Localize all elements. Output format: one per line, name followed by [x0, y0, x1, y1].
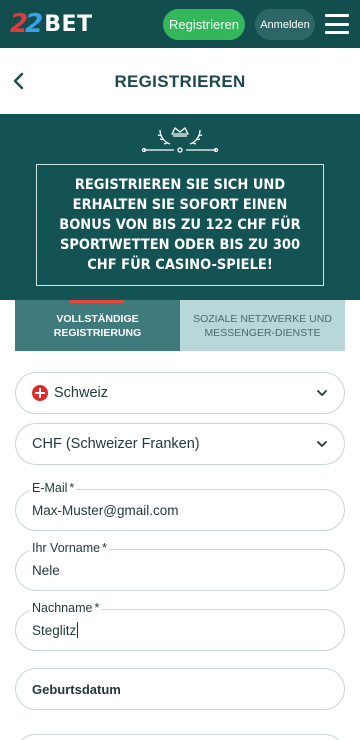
brand-logo[interactable]: 22 BET	[10, 8, 93, 40]
first-name-field[interactable]: Nele	[15, 549, 345, 591]
email-value: Max-Muster@gmail.com	[32, 502, 179, 518]
title-bar: REGISTRIEREN	[0, 48, 360, 114]
swiss-flag-icon	[32, 385, 48, 401]
text-cursor	[77, 622, 79, 638]
login-button[interactable]: Anmelden	[255, 9, 315, 40]
register-button[interactable]: Registrieren	[163, 9, 245, 40]
email-label-text: E-Mail	[32, 481, 68, 495]
email-field[interactable]: Max-Muster@gmail.com	[15, 489, 345, 531]
first-name-value: Nele	[32, 562, 60, 578]
top-header: 22 BET Registrieren Anmelden	[0, 0, 360, 48]
tab-label-line1: VOLLSTÄNDIGE	[56, 312, 139, 325]
registration-tabs: VOLLSTÄNDIGE REGISTRIERUNG SOZIALE NETZW…	[15, 300, 345, 351]
last-name-label: Nachname *	[30, 601, 102, 615]
birthdate-field[interactable]: Geburtsdatum	[15, 668, 345, 710]
tab-label-line2: REGISTRIERUNG	[53, 326, 142, 339]
email-label: E-Mail *	[30, 481, 77, 495]
chevron-down-icon	[317, 390, 327, 396]
country-select[interactable]: Schweiz	[15, 372, 345, 414]
tab-label-line2: MESSENGER-DIENSTE	[204, 326, 321, 339]
country-value: Schweiz	[54, 385, 108, 401]
required-mark: *	[102, 541, 107, 555]
chevron-down-icon	[317, 441, 327, 447]
promo-banner: REGISTRIEREN SIE SICH UND ERHALTEN SIE S…	[0, 114, 360, 300]
last-name-label-text: Nachname	[32, 601, 93, 615]
logo-text: BET	[44, 11, 93, 37]
birthdate-placeholder: Geburtsdatum	[32, 681, 121, 697]
first-name-label-text: Ihr Vorname	[32, 541, 101, 555]
crown-laurel-ornament-icon	[141, 126, 219, 153]
next-field-partial[interactable]	[15, 734, 345, 740]
promo-box: REGISTRIEREN SIE SICH UND ERHALTEN SIE S…	[36, 164, 324, 286]
last-name-field[interactable]: Steglitz	[15, 609, 345, 651]
required-mark: *	[69, 481, 75, 495]
tab-social-networks[interactable]: SOZIALE NETZWERKE UND MESSENGER-DIENSTE	[180, 300, 345, 351]
required-mark: *	[94, 601, 100, 615]
tab-label-line1: SOZIALE NETZWERKE UND	[193, 312, 332, 325]
page-title: REGISTRIEREN	[114, 72, 246, 91]
currency-value: CHF (Schweizer Franken)	[32, 436, 200, 452]
menu-icon[interactable]	[325, 14, 349, 34]
active-tab-indicator	[70, 300, 124, 303]
first-name-label: Ihr Vorname *	[30, 541, 109, 555]
tab-full-registration[interactable]: VOLLSTÄNDIGE REGISTRIERUNG	[15, 300, 180, 351]
promo-text: REGISTRIEREN SIE SICH UND ERHALTEN SIE S…	[59, 177, 301, 273]
currency-select[interactable]: CHF (Schweizer Franken)	[15, 423, 345, 465]
last-name-value: Steglitz	[32, 622, 77, 638]
logo-digits: 22	[10, 9, 43, 39]
